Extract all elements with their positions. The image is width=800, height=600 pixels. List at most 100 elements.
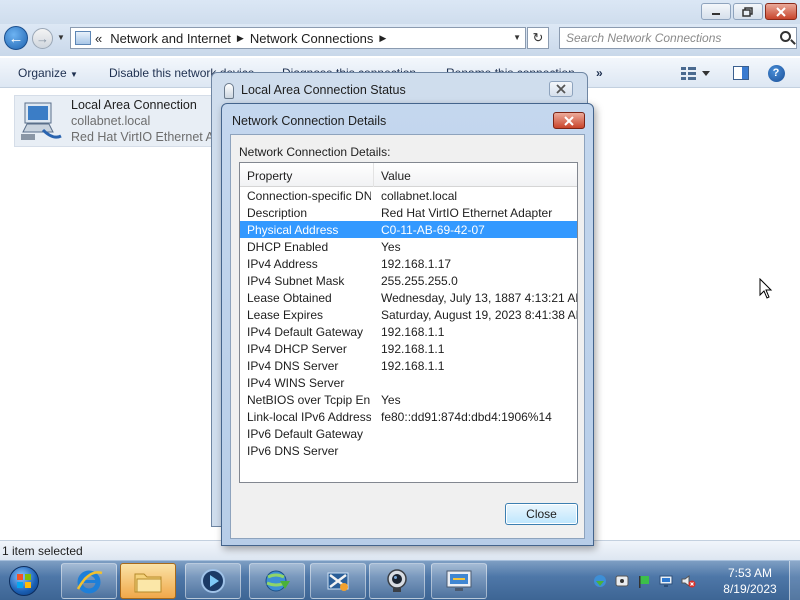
show-desktop-button[interactable] [789, 561, 800, 600]
taskbar-internet-explorer[interactable] [61, 563, 117, 599]
table-row[interactable]: IPv4 WINS Server [240, 374, 577, 391]
listview-header: Property Value [240, 163, 577, 187]
globe-download-icon [265, 570, 290, 592]
address-bar[interactable]: « Network and Internet ▶ Network Connect… [70, 27, 526, 49]
windows-flag-icon [17, 574, 31, 588]
details-dialog: Network Connection Details Network Conne… [221, 103, 594, 546]
recent-pages-button[interactable]: ▼ [57, 33, 65, 42]
taskbar-webcam[interactable] [369, 563, 425, 599]
details-dialog-title: Network Connection Details [232, 114, 387, 128]
breadcrumb-arrow-icon[interactable]: ▶ [237, 33, 244, 44]
close-icon [556, 84, 566, 94]
column-header-value[interactable]: Value [381, 169, 411, 183]
taskbar-remote-desktop[interactable] [431, 563, 487, 599]
window-close-button[interactable] [765, 3, 797, 20]
table-row[interactable]: Connection-specific DN... collabnet.local [240, 187, 577, 204]
row-property: NetBIOS over Tcpip En... [247, 393, 371, 407]
row-value: Yes [381, 393, 401, 407]
row-property: Physical Address [247, 223, 339, 237]
row-property: IPv4 WINS Server [247, 376, 345, 390]
table-row[interactable]: Description Red Hat VirtIO Ethernet Adapt… [240, 204, 577, 221]
view-icon [681, 67, 710, 80]
column-divider[interactable] [373, 163, 374, 187]
taskbar-clock[interactable]: 7:53 AM 8/19/2023 [718, 565, 782, 597]
minimize-button[interactable] [701, 3, 731, 20]
details-listview[interactable]: Property Value Connection-specific DN...… [239, 162, 578, 483]
breadcrumb-overflow[interactable]: « [95, 31, 102, 46]
connection-name: Local Area Connection [71, 98, 197, 112]
tray-network-icon[interactable] [658, 573, 674, 589]
taskbar-windows-explorer[interactable] [120, 563, 176, 599]
taskbar-download-manager[interactable] [249, 563, 305, 599]
row-value: Wednesday, July 13, 1887 4:13:21 AM [381, 291, 578, 305]
internet-explorer-icon [76, 570, 103, 594]
help-button[interactable]: ? [767, 64, 785, 82]
table-row[interactable]: DHCP Enabled Yes [240, 238, 577, 255]
breadcrumb-item-network-connections[interactable]: Network Connections [250, 31, 374, 46]
table-row[interactable]: IPv6 DNS Server [240, 442, 577, 459]
table-row[interactable]: Physical Address C0-11-AB-69-42-07 [240, 221, 577, 238]
back-button[interactable]: ← [4, 26, 28, 50]
search-icon[interactable] [780, 31, 791, 42]
table-row[interactable]: IPv4 Default Gateway 192.168.1.1 [240, 323, 577, 340]
breadcrumb-arrow-icon[interactable]: ▶ [379, 33, 386, 44]
arrow-right-icon: → [36, 31, 49, 46]
view-options-button[interactable] [678, 64, 712, 82]
preview-pane-button[interactable] [732, 64, 750, 82]
row-property: DHCP Enabled [247, 240, 329, 254]
webcam-icon [387, 569, 407, 592]
organize-button[interactable]: Organize ▼ [18, 66, 78, 80]
column-header-property[interactable]: Property [247, 169, 292, 183]
row-value: 255.255.255.0 [381, 274, 458, 288]
row-value: 192.168.1.1 [381, 359, 445, 373]
row-property: IPv4 DNS Server [247, 359, 339, 373]
table-row[interactable]: IPv4 Address 192.168.1.17 [240, 255, 577, 272]
refresh-button[interactable]: ↻ [527, 27, 549, 49]
folder-icon [134, 573, 162, 593]
row-value: 192.168.1.1 [381, 342, 445, 356]
more-commands-button[interactable]: » [596, 66, 603, 80]
maximize-button[interactable] [733, 3, 763, 20]
system-tray [592, 569, 696, 593]
media-center-icon [201, 569, 225, 593]
table-row[interactable]: Link-local IPv6 Address fe80::dd91:874d:d… [240, 408, 577, 425]
table-row[interactable]: IPv4 Subnet Mask 255.255.255.0 [240, 272, 577, 289]
row-value: collabnet.local [381, 189, 458, 203]
tray-volume-muted-icon[interactable] [680, 573, 696, 589]
breadcrumb-item-network-and-internet[interactable]: Network and Internet [110, 31, 231, 46]
row-property: Link-local IPv6 Address [247, 410, 371, 424]
taskbar-network-tool[interactable] [310, 563, 366, 599]
start-button[interactable] [3, 564, 45, 598]
preview-pane-icon [733, 66, 749, 80]
taskbar-media-center[interactable] [185, 563, 241, 599]
table-row[interactable]: Lease Obtained Wednesday, July 13, 1887 4… [240, 289, 577, 306]
table-row[interactable]: IPv6 Default Gateway [240, 425, 577, 442]
listview-rows: Connection-specific DN... collabnet.local… [240, 187, 577, 459]
mouse-cursor-icon [759, 278, 773, 299]
tray-security-icon[interactable] [614, 573, 630, 589]
details-dialog-close-x-button[interactable] [553, 112, 585, 129]
status-dialog-close-button[interactable] [549, 81, 573, 97]
table-row[interactable]: IPv4 DHCP Server 192.168.1.1 [240, 340, 577, 357]
address-dropdown-icon[interactable]: ▼ [513, 33, 521, 42]
row-property: Connection-specific DN... [247, 189, 371, 203]
windows-logo-icon [9, 566, 39, 596]
tray-download-icon[interactable] [592, 573, 608, 589]
table-row[interactable]: Lease Expires Saturday, August 19, 2023 8… [240, 306, 577, 323]
close-button[interactable]: Close [505, 503, 578, 525]
clock-date: 8/19/2023 [723, 582, 777, 596]
network-tool-icon [327, 572, 349, 591]
row-property: Description [247, 206, 308, 220]
connection-network: collabnet.local [71, 114, 151, 128]
table-row[interactable]: IPv4 DNS Server 192.168.1.1 [240, 357, 577, 374]
network-adapter-icon [21, 102, 62, 140]
list-item-local-area-connection[interactable]: Local Area Connection collabnet.local Re… [14, 95, 224, 147]
table-row[interactable]: NetBIOS over Tcpip En... Yes [240, 391, 577, 408]
remote-desktop-icon [446, 570, 472, 591]
row-property: IPv4 Address [247, 257, 318, 271]
row-value: Saturday, August 19, 2023 8:41:38 AM [381, 308, 578, 322]
search-input[interactable]: Search Network Connections [559, 27, 797, 49]
search-placeholder: Search Network Connections [566, 31, 722, 45]
tray-flag-icon[interactable] [636, 573, 652, 589]
forward-button[interactable]: → [32, 28, 53, 49]
